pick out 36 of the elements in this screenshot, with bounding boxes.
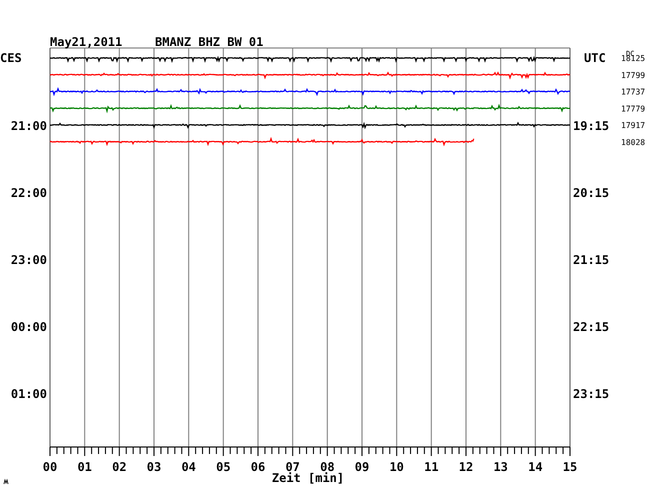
timezone-label: UTC	[584, 51, 606, 65]
hour-label: 22:15	[573, 320, 610, 334]
timezone-label: CES	[0, 51, 22, 65]
hour-label: 21:15	[573, 253, 610, 267]
axis-tick-label: 02	[112, 460, 127, 474]
axis-tick-label: 14	[528, 460, 543, 474]
axis-tick-label: 01	[77, 460, 92, 474]
hour-label: 23:00	[10, 253, 47, 267]
hour-label: 21:00	[10, 119, 47, 133]
axis-tick-label: 06	[250, 460, 266, 474]
dc-value: 17917	[621, 121, 646, 130]
dc-value: 17779	[621, 104, 646, 114]
axis-tick-label: 15	[562, 460, 578, 474]
axis-tick-label: 03	[146, 460, 162, 474]
hour-label: 23:15	[573, 387, 610, 401]
station-label: BMANZ BHZ BW 01	[155, 35, 264, 49]
dc-value: 18028	[621, 138, 646, 147]
dc-value: 18125	[621, 54, 646, 63]
axis-tick-label: 10	[389, 460, 404, 474]
axis-tick-label: 13	[493, 460, 508, 474]
logo-icon	[4, 478, 8, 484]
hour-label: 20:15	[573, 186, 610, 200]
dc-value: 17799	[621, 70, 646, 80]
hour-label: 00:00	[10, 320, 47, 334]
axis-tick-label: 11	[424, 460, 439, 474]
axis-tick-label: 12	[458, 460, 474, 474]
axis-title: Zeit [min]	[272, 471, 344, 485]
axis-tick-label: 05	[216, 460, 231, 474]
hour-label: 19:15	[573, 119, 610, 133]
hour-label: 01:00	[10, 387, 47, 401]
axis-tick-label: 09	[354, 460, 370, 474]
date-label: May21,2011	[50, 35, 122, 49]
dc-value: 17737	[621, 88, 646, 96]
axis-tick-label: 00	[42, 460, 58, 474]
hour-label: 22:00	[10, 186, 47, 200]
axis-tick-label: 04	[181, 460, 196, 474]
